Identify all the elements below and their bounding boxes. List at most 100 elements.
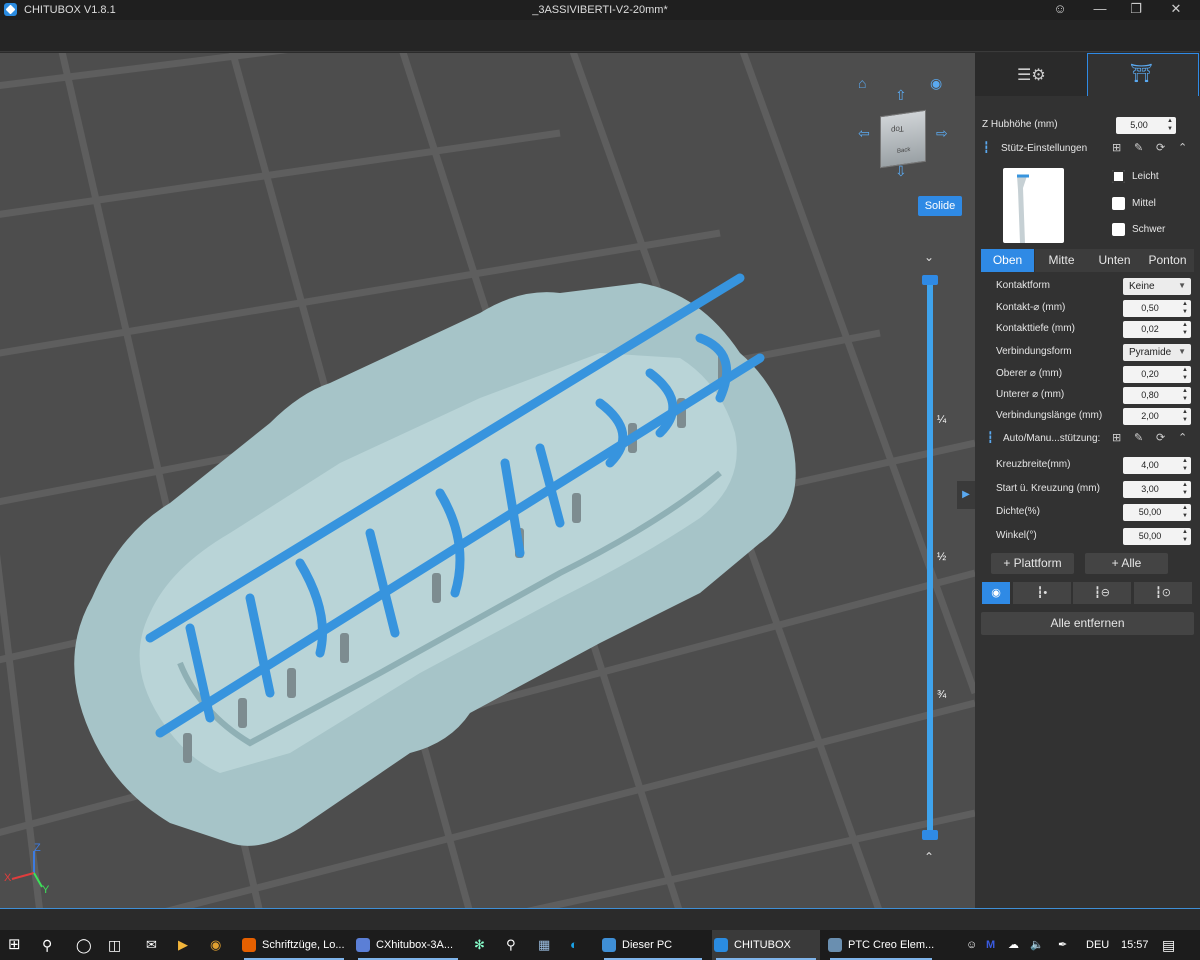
minimize-button[interactable]: — xyxy=(1080,0,1120,20)
view-cube-back-label: Back xyxy=(897,146,911,155)
input-language[interactable]: DEU xyxy=(1086,930,1109,960)
settings-gear-icon: ☰⚙ xyxy=(1017,67,1046,84)
field-kontakttiefe: Kontakttiefe (mm) 0,02 ▲ ▼ xyxy=(975,320,1200,340)
visibility-eye-icon[interactable]: ◉ xyxy=(930,75,942,92)
maximize-button[interactable]: ❐ xyxy=(1116,0,1156,20)
malwarebytes-icon[interactable]: M xyxy=(986,930,995,960)
auto-import-icon[interactable]: ⊞ xyxy=(1112,431,1121,444)
segment-ponton[interactable]: Ponton xyxy=(1141,249,1194,272)
collapse-section-icon[interactable]: ⌃ xyxy=(1178,141,1187,154)
home-view-icon[interactable]: ⌂ xyxy=(858,75,866,91)
edge-icon[interactable]: ◐ xyxy=(570,930,578,960)
segment-unten[interactable]: Unten xyxy=(1088,249,1141,272)
close-button[interactable]: ✕ xyxy=(1156,0,1196,20)
add-platform-support-button[interactable]: + Plattform xyxy=(991,553,1074,574)
auto-support-header[interactable]: ┇ Auto/Manu...stützung: ⊞ ✎ ⟳ ⌃ xyxy=(975,428,1200,450)
support-tool-single-icon[interactable]: ┇• xyxy=(1013,582,1071,604)
support-tool-edit-icon[interactable]: ┇⊙ xyxy=(1134,582,1192,604)
slider-expand-chevron-icon[interactable]: ⌃ xyxy=(924,850,934,864)
reset-settings-icon[interactable]: ⟳ xyxy=(1156,141,1165,154)
notifications-icon[interactable]: ▤ xyxy=(1162,930,1175,960)
sidebar-toggle-arrow-icon[interactable]: ▶ xyxy=(957,481,975,509)
preset-schwer-checkbox[interactable] xyxy=(1112,223,1125,236)
paint-icon[interactable]: ✻ xyxy=(474,930,485,960)
auto-collapse-icon[interactable]: ⌃ xyxy=(1178,431,1187,444)
taskbar-app-explorer[interactable]: Dieser PC xyxy=(600,930,706,960)
verbindungslaenge-input[interactable]: 2,00 ▲ ▼ xyxy=(1123,408,1191,425)
slider-tick-half: ½ xyxy=(937,551,947,563)
cortana-icon[interactable]: ◯ xyxy=(76,930,92,960)
slider-collapse-chevron-icon[interactable]: ⌄ xyxy=(924,250,934,264)
mail-icon[interactable]: ✉ xyxy=(146,930,157,960)
axis-gizmo: Z X Y xyxy=(4,843,50,893)
import-settings-icon[interactable]: ⊞ xyxy=(1112,141,1121,154)
task-view-icon[interactable]: ◫ xyxy=(108,930,121,960)
chitubox-icon xyxy=(714,938,728,952)
build-plate-scene[interactable] xyxy=(0,53,975,908)
kreuzbreite-input[interactable]: 4,00 ▲ ▼ xyxy=(1123,457,1191,474)
layer-slider-track[interactable] xyxy=(927,279,933,835)
kontakttiefe-input[interactable]: 0,02 ▲ ▼ xyxy=(1123,321,1191,338)
rotate-right-icon[interactable]: ⇨ xyxy=(936,125,948,142)
remove-all-supports-button[interactable]: Alle entfernen xyxy=(981,612,1194,635)
magnifier-icon[interactable]: ⚲ xyxy=(506,930,516,960)
field-start-kreuzung: Start ü. Kreuzung (mm) 3,00 ▲ ▼ xyxy=(975,480,1200,500)
firefox-icon xyxy=(242,938,256,952)
support-section-icon: ┇ xyxy=(983,142,990,154)
dichte-input[interactable]: 50,00 ▲ ▼ xyxy=(1123,504,1191,521)
support-tool-remove-icon[interactable]: ┇⊖ xyxy=(1073,582,1131,604)
oberer-diameter-input[interactable]: 0,20 ▲ ▼ xyxy=(1123,366,1191,383)
z-lift-input[interactable]: 5,00 ▲ ▼ xyxy=(1116,117,1176,134)
creo-icon xyxy=(828,938,842,952)
view-cube[interactable]: Top Back xyxy=(880,109,926,169)
tab-support[interactable]: ⛩ xyxy=(1087,53,1199,96)
slider-tick-quarter: ¼ xyxy=(937,414,947,426)
render-mode-button[interactable]: Solide xyxy=(918,196,962,216)
document-icon xyxy=(356,938,370,952)
preset-mittel-checkbox[interactable] xyxy=(1112,197,1125,210)
unterer-diameter-input[interactable]: 0,80 ▲ ▼ xyxy=(1123,387,1191,404)
layer-slider-bottom-handle[interactable] xyxy=(922,830,938,840)
taskbar-app-ptc-creo[interactable]: PTC Creo Elem... xyxy=(826,930,936,960)
rotate-left-icon[interactable]: ⇦ xyxy=(858,125,870,142)
onedrive-cloud-icon[interactable]: ☁ xyxy=(1008,930,1019,960)
field-kreuzbreite: Kreuzbreite(mm) 4,00 ▲ ▼ xyxy=(975,456,1200,476)
taskbar-app-chitubox-file[interactable]: CXhitubox-3A... xyxy=(354,930,462,960)
support-visibility-eye-icon[interactable]: ◉ xyxy=(982,582,1010,604)
export-settings-icon[interactable]: ✎ xyxy=(1134,141,1143,154)
calculator-icon[interactable]: ▦ xyxy=(538,930,550,960)
taskbar-app-chitubox[interactable]: CHITUBOX xyxy=(712,930,820,960)
axis-y-label: Y xyxy=(42,884,50,893)
support-settings-title: Stütz-Einstellungen xyxy=(1001,143,1088,154)
pen-workspace-icon[interactable]: ✒ xyxy=(1058,930,1067,960)
clock[interactable]: 15:57 xyxy=(1121,930,1149,960)
windows-start-icon[interactable]: ⊞ xyxy=(8,930,21,960)
auto-export-icon[interactable]: ✎ xyxy=(1134,431,1143,444)
preset-leicht-checkbox[interactable] xyxy=(1112,170,1125,183)
media-player-icon[interactable]: ▶ xyxy=(178,930,188,960)
layer-slider-top-handle[interactable] xyxy=(922,275,938,285)
auto-reset-icon[interactable]: ⟳ xyxy=(1156,431,1165,444)
menu-bar xyxy=(0,20,1200,52)
chrome-icon[interactable]: ◉ xyxy=(210,930,221,960)
people-icon[interactable]: ☺ xyxy=(966,930,977,960)
support-pillars-icon: ⛩ xyxy=(1130,63,1153,83)
tab-print-settings[interactable]: ☰⚙ xyxy=(975,53,1087,96)
kontakt-diameter-input[interactable]: 0,50 ▲ ▼ xyxy=(1123,300,1191,317)
segment-oben[interactable]: Oben xyxy=(981,249,1034,272)
3d-viewport[interactable]: ⌂ ◉ ⇧ ⇦ ⇨ ⇩ Top Back Solide ⌄ ¼ ½ ¾ ⌃ ▶ … xyxy=(0,53,975,908)
taskbar-app-firefox[interactable]: Schriftzüge, Lo... xyxy=(240,930,348,960)
user-icon[interactable]: ☺ xyxy=(1040,0,1080,20)
verbindungsform-dropdown[interactable]: Pyramide ▼ xyxy=(1123,344,1191,361)
winkel-input[interactable]: 50,00 ▲ ▼ xyxy=(1123,528,1191,545)
rotate-up-icon[interactable]: ⇧ xyxy=(895,87,907,104)
segment-mitte[interactable]: Mitte xyxy=(1035,249,1088,272)
kontaktform-dropdown[interactable]: Keine ▼ xyxy=(1123,278,1191,295)
z-lift-label: Z Hubhöhe (mm) xyxy=(982,119,1058,130)
support-settings-header[interactable]: ┇ Stütz-Einstellungen ⊞ ✎ ⟳ ⌃ xyxy=(975,138,1200,160)
start-kreuzung-input[interactable]: 3,00 ▲ ▼ xyxy=(1123,481,1191,498)
volume-icon[interactable]: 🔈 xyxy=(1030,930,1044,960)
windows-taskbar: ⊞ ⚲ ◯ ◫ ✉ ▶ ◉ Schriftzüge, Lo... CXhitub… xyxy=(0,930,1200,960)
search-icon[interactable]: ⚲ xyxy=(42,930,52,960)
add-all-support-button[interactable]: + Alle xyxy=(1085,553,1168,574)
